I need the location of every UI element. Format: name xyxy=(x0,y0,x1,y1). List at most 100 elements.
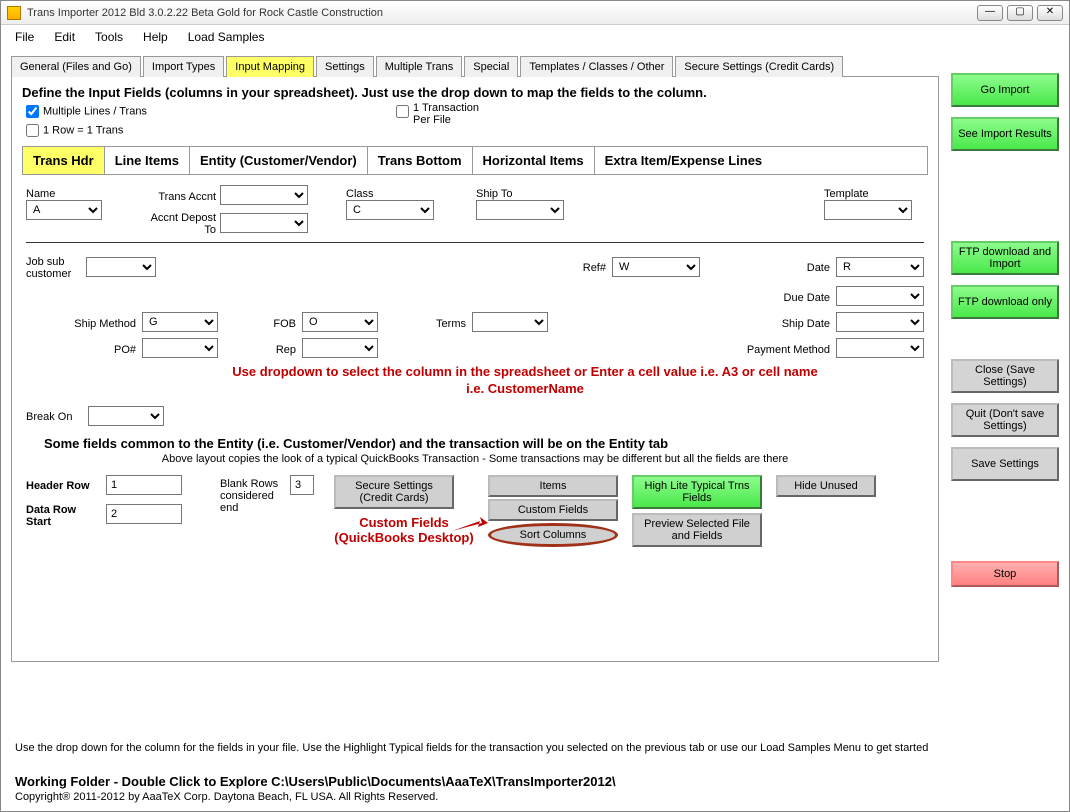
btn-quit[interactable]: Quit (Don't save Settings) xyxy=(951,403,1059,437)
combo-job[interactable] xyxy=(86,257,156,277)
help-red-text: Use dropdown to select the column in the… xyxy=(226,364,824,398)
lbl-ref: Ref# xyxy=(583,259,606,274)
combo-due-date[interactable] xyxy=(836,286,924,306)
combo-fob[interactable]: O xyxy=(302,312,378,332)
btn-go-import[interactable]: Go Import xyxy=(951,73,1059,107)
btn-stop[interactable]: Stop xyxy=(951,561,1059,587)
subtab-entity[interactable]: Entity (Customer/Vendor) xyxy=(190,147,368,174)
working-folder[interactable]: Working Folder - Double Click to Explore… xyxy=(15,774,1055,789)
combo-ship-method[interactable]: G xyxy=(142,312,218,332)
btn-highlite[interactable]: High Lite Typical Trns Fields xyxy=(632,475,762,509)
lbl-date: Date xyxy=(770,259,830,274)
subtab-line-items[interactable]: Line Items xyxy=(105,147,190,174)
btn-hide-unused[interactable]: Hide Unused xyxy=(776,475,876,497)
tab-import-types[interactable]: Import Types xyxy=(143,56,224,77)
combo-ref[interactable]: W xyxy=(612,257,700,277)
input-header-row[interactable] xyxy=(106,475,182,495)
combo-break-on[interactable] xyxy=(88,406,164,426)
tab-templates[interactable]: Templates / Classes / Other xyxy=(520,56,673,77)
chk-one-trans[interactable]: 1 Transaction Per File xyxy=(392,102,493,126)
btn-items[interactable]: Items xyxy=(488,475,618,497)
lbl-break-on: Break On xyxy=(26,408,82,423)
chk-multiple-lines[interactable]: Multiple Lines / Trans xyxy=(22,102,352,121)
lbl-accnt-deposit: Accnt Depost To xyxy=(146,209,216,236)
chk-one-row-box[interactable] xyxy=(26,124,39,137)
input-data-row[interactable] xyxy=(106,504,182,524)
copies-note: Above layout copies the look of a typica… xyxy=(26,453,924,465)
combo-po[interactable] xyxy=(142,338,218,358)
footer: Use the drop down for the column for the… xyxy=(15,742,1055,803)
btn-custom-fields[interactable]: Custom Fields xyxy=(488,499,618,521)
lbl-payment-method: Payment Method xyxy=(736,341,830,356)
chk-one-row[interactable]: 1 Row = 1 Trans xyxy=(22,121,352,140)
copyright: Copyright® 2011-2012 by AaaTeX Corp. Day… xyxy=(15,791,1055,803)
menu-tools[interactable]: Tools xyxy=(95,30,123,44)
chk-multiple-lines-box[interactable] xyxy=(26,105,39,118)
menu-edit[interactable]: Edit xyxy=(54,30,75,44)
input-blank-rows[interactable] xyxy=(290,475,314,495)
btn-save-settings[interactable]: Save Settings xyxy=(951,447,1059,481)
lbl-ship-date: Ship Date xyxy=(770,315,830,330)
lbl-name: Name xyxy=(26,185,146,200)
btn-sort-columns[interactable]: Sort Columns xyxy=(488,523,618,547)
btn-ftp-only[interactable]: FTP download only xyxy=(951,285,1059,319)
tab-general[interactable]: General (Files and Go) xyxy=(11,56,141,77)
menubar: File Edit Tools Help Load Samples xyxy=(1,25,1069,49)
tab-input-mapping[interactable]: Input Mapping xyxy=(226,56,314,77)
minimize-button[interactable]: — xyxy=(977,5,1003,21)
menu-help[interactable]: Help xyxy=(143,30,168,44)
lbl-data-row: Data Row Start xyxy=(26,501,100,528)
lbl-ship-to: Ship To xyxy=(476,185,606,200)
tab-secure[interactable]: Secure Settings (Credit Cards) xyxy=(675,56,843,77)
btn-secure-settings[interactable]: Secure Settings (Credit Cards) xyxy=(334,475,454,509)
lbl-class: Class xyxy=(346,185,476,200)
combo-name[interactable]: A xyxy=(26,200,102,220)
combo-class[interactable]: C xyxy=(346,200,434,220)
main-tabstrip: General (Files and Go) Import Types Inpu… xyxy=(11,55,939,77)
arrow-icon xyxy=(450,515,490,535)
combo-trans-accnt[interactable] xyxy=(220,185,308,205)
lbl-blank-rows: Blank Rows considered end xyxy=(220,475,286,514)
lbl-po: PO# xyxy=(66,341,136,356)
lbl-rep: Rep xyxy=(246,341,296,356)
menu-load-samples[interactable]: Load Samples xyxy=(188,30,265,44)
combo-date[interactable]: R xyxy=(836,257,924,277)
combo-ship-to[interactable] xyxy=(476,200,564,220)
chk-one-trans-box[interactable] xyxy=(396,105,409,118)
lbl-trans-accnt: Trans Accnt xyxy=(146,188,216,203)
subtab-trans-hdr[interactable]: Trans Hdr xyxy=(23,147,105,174)
input-mapping-panel: Define the Input Fields (columns in your… xyxy=(11,77,939,662)
panel-instruction: Define the Input Fields (columns in your… xyxy=(22,85,928,100)
subtab-extra[interactable]: Extra Item/Expense Lines xyxy=(595,147,773,174)
combo-rep[interactable] xyxy=(302,338,378,358)
menu-file[interactable]: File xyxy=(15,30,34,44)
btn-preview[interactable]: Preview Selected File and Fields xyxy=(632,513,762,547)
subtab-trans-bottom[interactable]: Trans Bottom xyxy=(368,147,473,174)
lbl-due-date: Due Date xyxy=(770,289,830,304)
titlebar: Trans Importer 2012 Bld 3.0.2.22 Beta Go… xyxy=(1,1,1069,25)
combo-terms[interactable] xyxy=(472,312,548,332)
lbl-ship-method: Ship Method xyxy=(66,315,136,330)
tab-multiple-trans[interactable]: Multiple Trans xyxy=(376,56,462,77)
lbl-job: Job sub customer xyxy=(26,253,80,280)
btn-close-save[interactable]: Close (Save Settings) xyxy=(951,359,1059,393)
close-button[interactable]: ✕ xyxy=(1037,5,1063,21)
combo-template[interactable] xyxy=(824,200,912,220)
app-window: Trans Importer 2012 Bld 3.0.2.22 Beta Go… xyxy=(0,0,1070,812)
entity-note: Some fields common to the Entity (i.e. C… xyxy=(44,436,924,451)
lbl-terms: Terms xyxy=(416,315,466,330)
maximize-button[interactable]: ▢ xyxy=(1007,5,1033,21)
combo-payment-method[interactable] xyxy=(836,338,924,358)
sub-tabstrip: Trans Hdr Line Items Entity (Customer/Ve… xyxy=(22,146,928,175)
lbl-fob: FOB xyxy=(246,315,296,330)
subtab-horizontal[interactable]: Horizontal Items xyxy=(473,147,595,174)
window-title: Trans Importer 2012 Bld 3.0.2.22 Beta Go… xyxy=(27,7,977,19)
btn-see-results[interactable]: See Import Results xyxy=(951,117,1059,151)
combo-accnt-deposit[interactable] xyxy=(220,213,308,233)
combo-ship-date[interactable] xyxy=(836,312,924,332)
lbl-header-row: Header Row xyxy=(26,477,100,492)
btn-ftp-import[interactable]: FTP download and Import xyxy=(951,241,1059,275)
tab-settings[interactable]: Settings xyxy=(316,56,374,77)
tab-special[interactable]: Special xyxy=(464,56,518,77)
footer-hint: Use the drop down for the column for the… xyxy=(15,742,1055,754)
